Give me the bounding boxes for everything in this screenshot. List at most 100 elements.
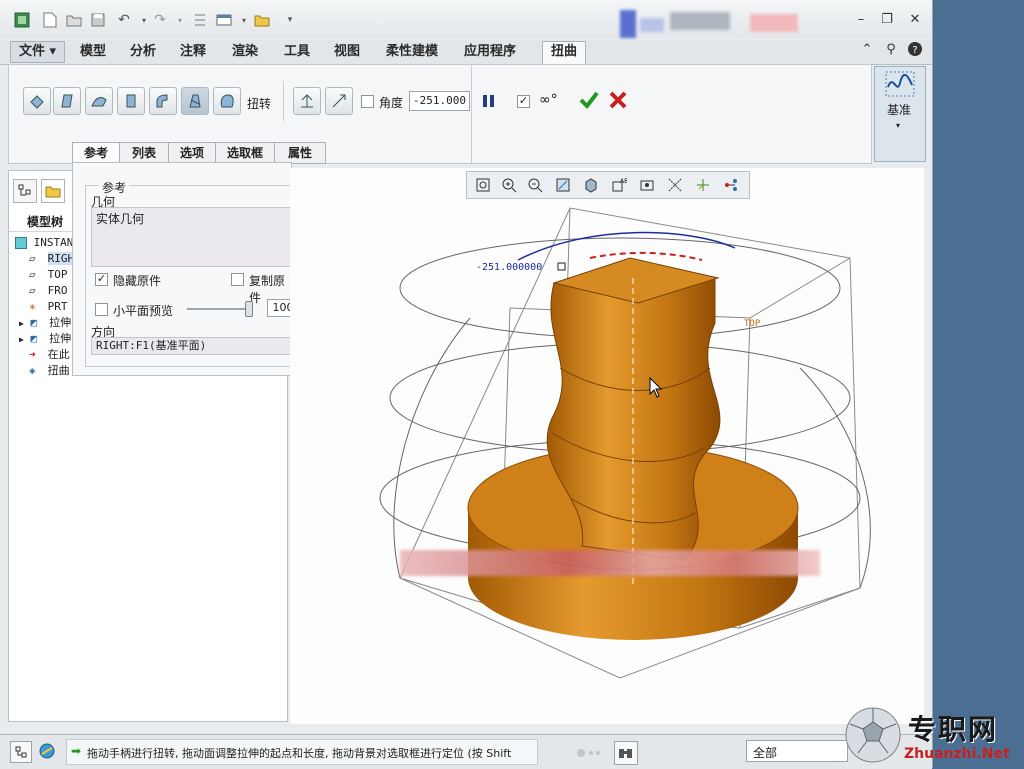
hide-original-checkbox[interactable]: ✓ <box>95 273 108 286</box>
app-icon[interactable] <box>12 10 32 30</box>
datum-group[interactable]: 基准 ▾ <box>874 66 926 162</box>
dimension-value[interactable]: -251.000000 <box>476 262 542 273</box>
extrude-icon: ◩ <box>30 332 38 345</box>
part-icon <box>15 237 27 249</box>
refit-icon[interactable] <box>473 175 493 195</box>
display-style-icon[interactable] <box>581 175 601 195</box>
windows-icon[interactable] <box>214 10 234 30</box>
twisted-model-view[interactable]: -251.000000 TOP <box>290 168 924 724</box>
customize-icon[interactable]: ▾ <box>280 10 300 30</box>
redo-icon[interactable]: ↷ <box>150 10 170 30</box>
selection-filter-dropdown[interactable]: 全部 <box>746 740 848 762</box>
tree-item-top-plane[interactable]: ▱ TOP <box>29 267 68 283</box>
change-direction-icon[interactable] <box>293 87 321 115</box>
tab-analysis[interactable]: 分析 <box>122 42 164 62</box>
undo-icon[interactable]: ↶ <box>114 10 134 30</box>
hide-original-label: 隐藏原件 <box>113 274 162 288</box>
saved-views-icon[interactable]: AB <box>609 175 629 195</box>
subtab-options[interactable]: 选项 <box>168 142 216 164</box>
tab-flexible-modeling[interactable]: 柔性建模 <box>378 42 446 62</box>
zoom-out-icon[interactable] <box>525 175 545 195</box>
cancel-icon[interactable] <box>609 91 627 112</box>
tree-item-part[interactable]: INSTANC <box>15 235 80 251</box>
new-icon[interactable] <box>40 10 60 30</box>
warp-icon: ◈ <box>29 364 36 377</box>
accept-icon[interactable] <box>579 90 599 113</box>
subtab-list[interactable]: 列表 <box>119 142 169 164</box>
subtab-properties[interactable]: 属性 <box>274 142 326 164</box>
save-icon[interactable] <box>88 10 108 30</box>
expand-icon[interactable]: ▶ <box>19 319 24 328</box>
model-tree-tab-icon[interactable] <box>13 179 37 203</box>
bend-icon[interactable] <box>149 87 177 115</box>
twist-label: 扭转 <box>247 97 272 111</box>
warp-icon[interactable] <box>53 87 81 115</box>
geometry-collector[interactable]: 实体几何 <box>91 207 299 267</box>
tree-item-front-plane[interactable]: ▱ FRO <box>29 283 68 299</box>
tab-warp[interactable]: 扭曲 <box>542 41 587 65</box>
redo-dropdown-icon[interactable]: ▾ <box>170 10 190 30</box>
perspective-icon[interactable] <box>665 175 685 195</box>
zoom-in-icon[interactable] <box>499 175 519 195</box>
tree-item-extrude-1[interactable]: ▶ ◩ 拉伸 <box>19 315 71 331</box>
minimize-icon[interactable]: – <box>852 10 870 28</box>
tab-applications[interactable]: 应用程序 <box>456 42 524 62</box>
subtab-marquee[interactable]: 选取框 <box>215 142 275 164</box>
annotation-display-icon[interactable] <box>721 175 741 195</box>
close-icon[interactable]: ✕ <box>906 10 924 28</box>
flip-axis-icon[interactable] <box>325 87 353 115</box>
preview-slider-thumb[interactable] <box>245 301 253 317</box>
tree-item-label: 扭曲 <box>47 364 70 377</box>
application-window: ↶ ▾ ↷ ▾ ▾ ▾ – ❐ ✕ 文件 ▾ 模型 分析 注释 渲染 工具 视图… <box>0 0 933 769</box>
restore-icon[interactable]: ❐ <box>878 10 896 28</box>
graphics-viewport[interactable]: -251.000000 TOP <box>290 168 924 724</box>
direction-collector[interactable]: RIGHT:F1(基准平面) <box>91 337 299 355</box>
sculpt-icon[interactable] <box>213 87 241 115</box>
top-plane-label: TOP <box>744 319 761 329</box>
tree-item-label: PRT <box>47 300 68 313</box>
find-icon[interactable] <box>614 741 638 765</box>
minimize-ribbon-icon[interactable]: ⌃ <box>858 40 876 58</box>
copy-original-checkbox[interactable] <box>231 273 244 286</box>
progress-dots-icon <box>576 747 604 761</box>
windows-dropdown-icon[interactable]: ▾ <box>234 10 254 30</box>
pause-icon[interactable] <box>481 93 497 112</box>
search-icon[interactable]: ⚲ <box>882 40 900 58</box>
navigator-toggle-icon[interactable] <box>10 741 32 763</box>
tree-item-insert-here[interactable]: ➜ 在此 <box>29 347 70 363</box>
open-icon[interactable] <box>64 10 84 30</box>
stretch-icon[interactable] <box>117 87 145 115</box>
tree-item-extrude-2[interactable]: ▶ ◩ 拉伸 <box>19 331 71 347</box>
repaint-icon[interactable] <box>553 175 573 195</box>
subtab-references[interactable]: 参考 <box>72 142 120 164</box>
site-watermark: 专职网 Zhuanzhi.Net <box>842 704 1024 768</box>
preview-checkbox[interactable]: ✓ <box>517 95 530 108</box>
tab-tools[interactable]: 工具 <box>276 42 318 62</box>
preview-slider-track[interactable] <box>187 308 251 310</box>
tab-view[interactable]: 视图 <box>326 42 368 62</box>
browser-toggle-icon[interactable] <box>36 741 58 761</box>
tab-annotate[interactable]: 注释 <box>172 42 214 62</box>
tab-model[interactable]: 模型 <box>72 42 114 62</box>
datum-display-icon[interactable] <box>693 175 713 195</box>
twist-icon[interactable] <box>181 87 209 115</box>
file-menu[interactable]: 文件 ▾ <box>10 41 66 63</box>
tree-item-csys[interactable]: ✳ PRT <box>29 299 68 315</box>
small-plane-preview-checkbox[interactable] <box>95 303 108 316</box>
tree-item-warp[interactable]: ◈ 扭曲 <box>29 363 70 379</box>
geometry-value: 实体几何 <box>96 212 145 226</box>
help-icon[interactable]: ? <box>906 40 924 58</box>
spine-icon[interactable] <box>85 87 113 115</box>
regenerate-icon[interactable] <box>190 10 210 30</box>
references-panel: 参考 几何 实体几何 ✓ 隐藏原件 复制原件 小平面预览 100 方向 RIGH… <box>72 162 301 376</box>
folder-browser-tab-icon[interactable] <box>41 179 65 203</box>
transform-icon[interactable] <box>23 87 51 115</box>
tab-render[interactable]: 渲染 <box>224 42 266 62</box>
view-manager-icon[interactable] <box>637 175 657 195</box>
preview-glasses-icon[interactable]: ∞° <box>539 92 558 108</box>
folder-icon[interactable] <box>252 10 272 30</box>
angle-checkbox[interactable] <box>361 95 374 108</box>
tree-item-right-plane[interactable]: ▱ RIGH <box>29 251 75 267</box>
expand-icon[interactable]: ▶ <box>19 335 24 344</box>
angle-input[interactable]: -251.000 <box>409 91 470 111</box>
